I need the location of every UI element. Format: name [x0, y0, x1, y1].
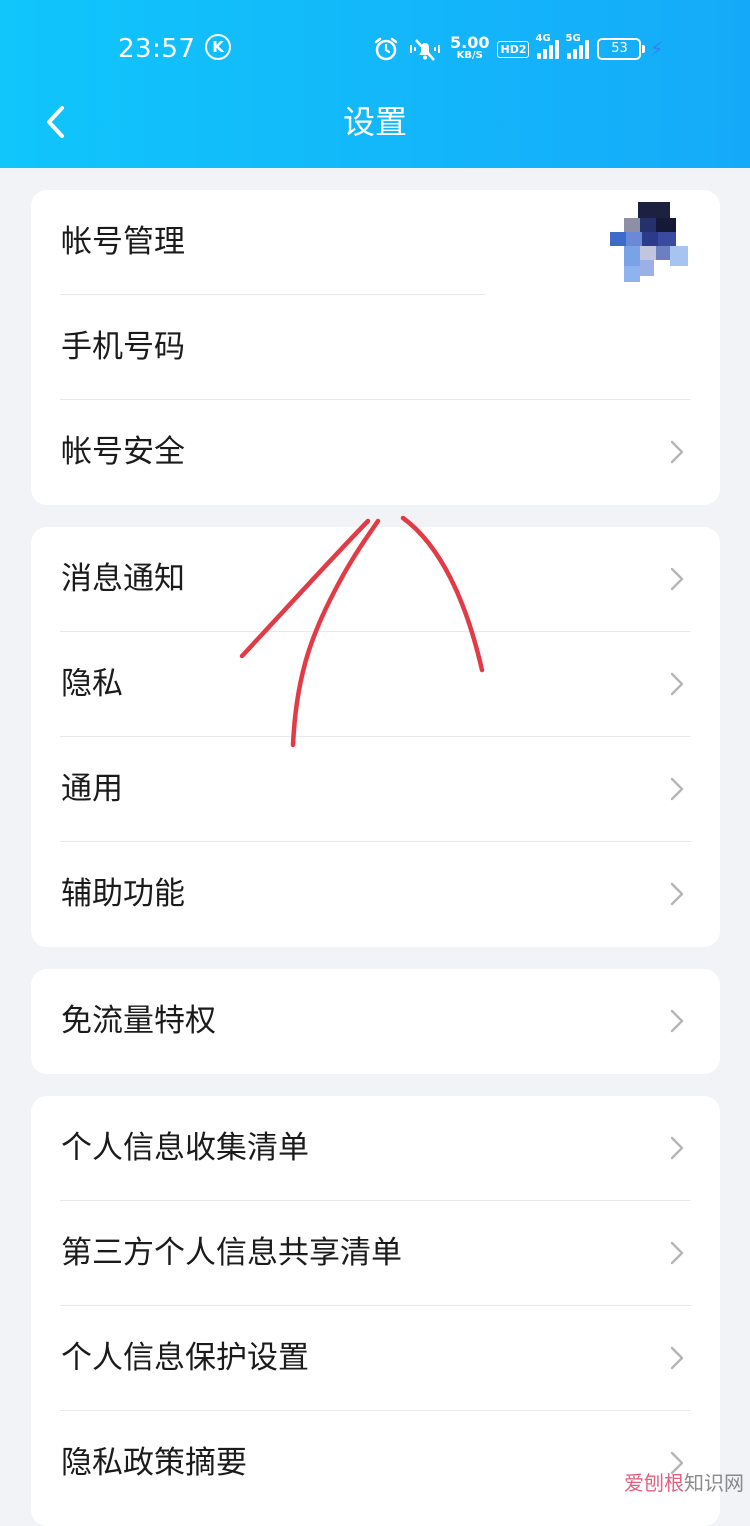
settings-item-label: 免流量特权: [61, 1003, 216, 1039]
settings-item-phone-number[interactable]: 手机号码: [31, 295, 720, 400]
watermark-part2: 知识网: [684, 1471, 744, 1495]
watermark: 爱刨根知识网: [624, 1467, 744, 1496]
settings-item-info-protection-settings[interactable]: 个人信息保护设置: [31, 1306, 720, 1411]
chevron-right-icon: [670, 882, 684, 906]
page-title: 设置: [342, 103, 407, 141]
settings-item-label: 辅助功能: [61, 876, 185, 912]
status-bar: 23:57 K 5.00 KB/S HD2 4G 5G 53 ⚡: [0, 22, 750, 78]
settings-item-info-collection-list[interactable]: 个人信息收集清单: [31, 1096, 720, 1201]
settings-item-label: 消息通知: [61, 561, 185, 597]
app-header: 23:57 K 5.00 KB/S HD2 4G 5G 53 ⚡ 设置: [0, 0, 750, 168]
sim1-network-label: 4G: [535, 33, 551, 44]
account-group: 帐号管理 手机号码 帐号安全: [31, 190, 720, 505]
chevron-right-icon: [670, 672, 684, 696]
settings-item-label: 帐号管理: [61, 224, 185, 260]
chevron-right-icon: [670, 1009, 684, 1033]
settings-item-label: 帐号安全: [61, 434, 185, 470]
settings-item-label: 个人信息保护设置: [61, 1340, 309, 1376]
settings-item-label: 手机号码: [61, 329, 185, 365]
settings-item-general[interactable]: 通用: [31, 737, 720, 842]
k-app-icon: K: [205, 34, 231, 60]
battery-level: 53: [597, 38, 642, 60]
charging-icon: ⚡: [649, 37, 664, 61]
settings-item-label: 隐私政策摘要: [61, 1445, 247, 1481]
chevron-right-icon: [670, 1136, 684, 1160]
battery-icon: 53 ⚡: [597, 37, 664, 61]
status-icons: 5.00 KB/S HD2 4G 5G 53 ⚡: [372, 32, 664, 66]
settings-item-third-party-sharing-list[interactable]: 第三方个人信息共享清单: [31, 1201, 720, 1306]
settings-item-account-management[interactable]: 帐号管理: [31, 190, 720, 295]
settings-item-privacy-policy-summary[interactable]: 隐私政策摘要: [31, 1411, 720, 1516]
status-time: 23:57: [118, 34, 196, 64]
settings-item-data-free-privilege[interactable]: 免流量特权: [31, 969, 720, 1074]
settings-item-privacy[interactable]: 隐私: [31, 632, 720, 737]
settings-item-account-security[interactable]: 帐号安全: [31, 400, 720, 505]
avatar: [610, 202, 690, 282]
settings-item-label: 隐私: [61, 666, 123, 702]
chevron-right-icon: [670, 777, 684, 801]
net-speed: 5.00 KB/S: [450, 35, 489, 62]
settings-item-label: 第三方个人信息共享清单: [61, 1235, 402, 1271]
settings-item-label: 通用: [61, 771, 123, 807]
alarm-icon: [374, 37, 398, 61]
hd-icon: HD2: [497, 40, 530, 58]
watermark-part1: 爱刨根: [624, 1471, 684, 1495]
sim2-network-label: 5G: [565, 33, 581, 44]
data-free-group: 免流量特权: [31, 969, 720, 1074]
signal-5g-icon: 5G: [565, 33, 590, 59]
signal-4g-icon: 4G: [535, 33, 560, 59]
mute-vibrate-icon: [410, 39, 440, 61]
personal-info-group: 个人信息收集清单 第三方个人信息共享清单 个人信息保护设置 隐私政策摘要: [31, 1096, 720, 1526]
chevron-right-icon: [670, 1346, 684, 1370]
chevron-right-icon: [670, 1241, 684, 1265]
settings-item-accessibility[interactable]: 辅助功能: [31, 842, 720, 947]
chevron-right-icon: [670, 440, 684, 464]
settings-item-notifications[interactable]: 消息通知: [31, 527, 720, 632]
chevron-right-icon: [670, 567, 684, 591]
settings-item-label: 个人信息收集清单: [61, 1130, 309, 1166]
general-group: 消息通知 隐私 通用 辅助功能: [31, 527, 720, 947]
